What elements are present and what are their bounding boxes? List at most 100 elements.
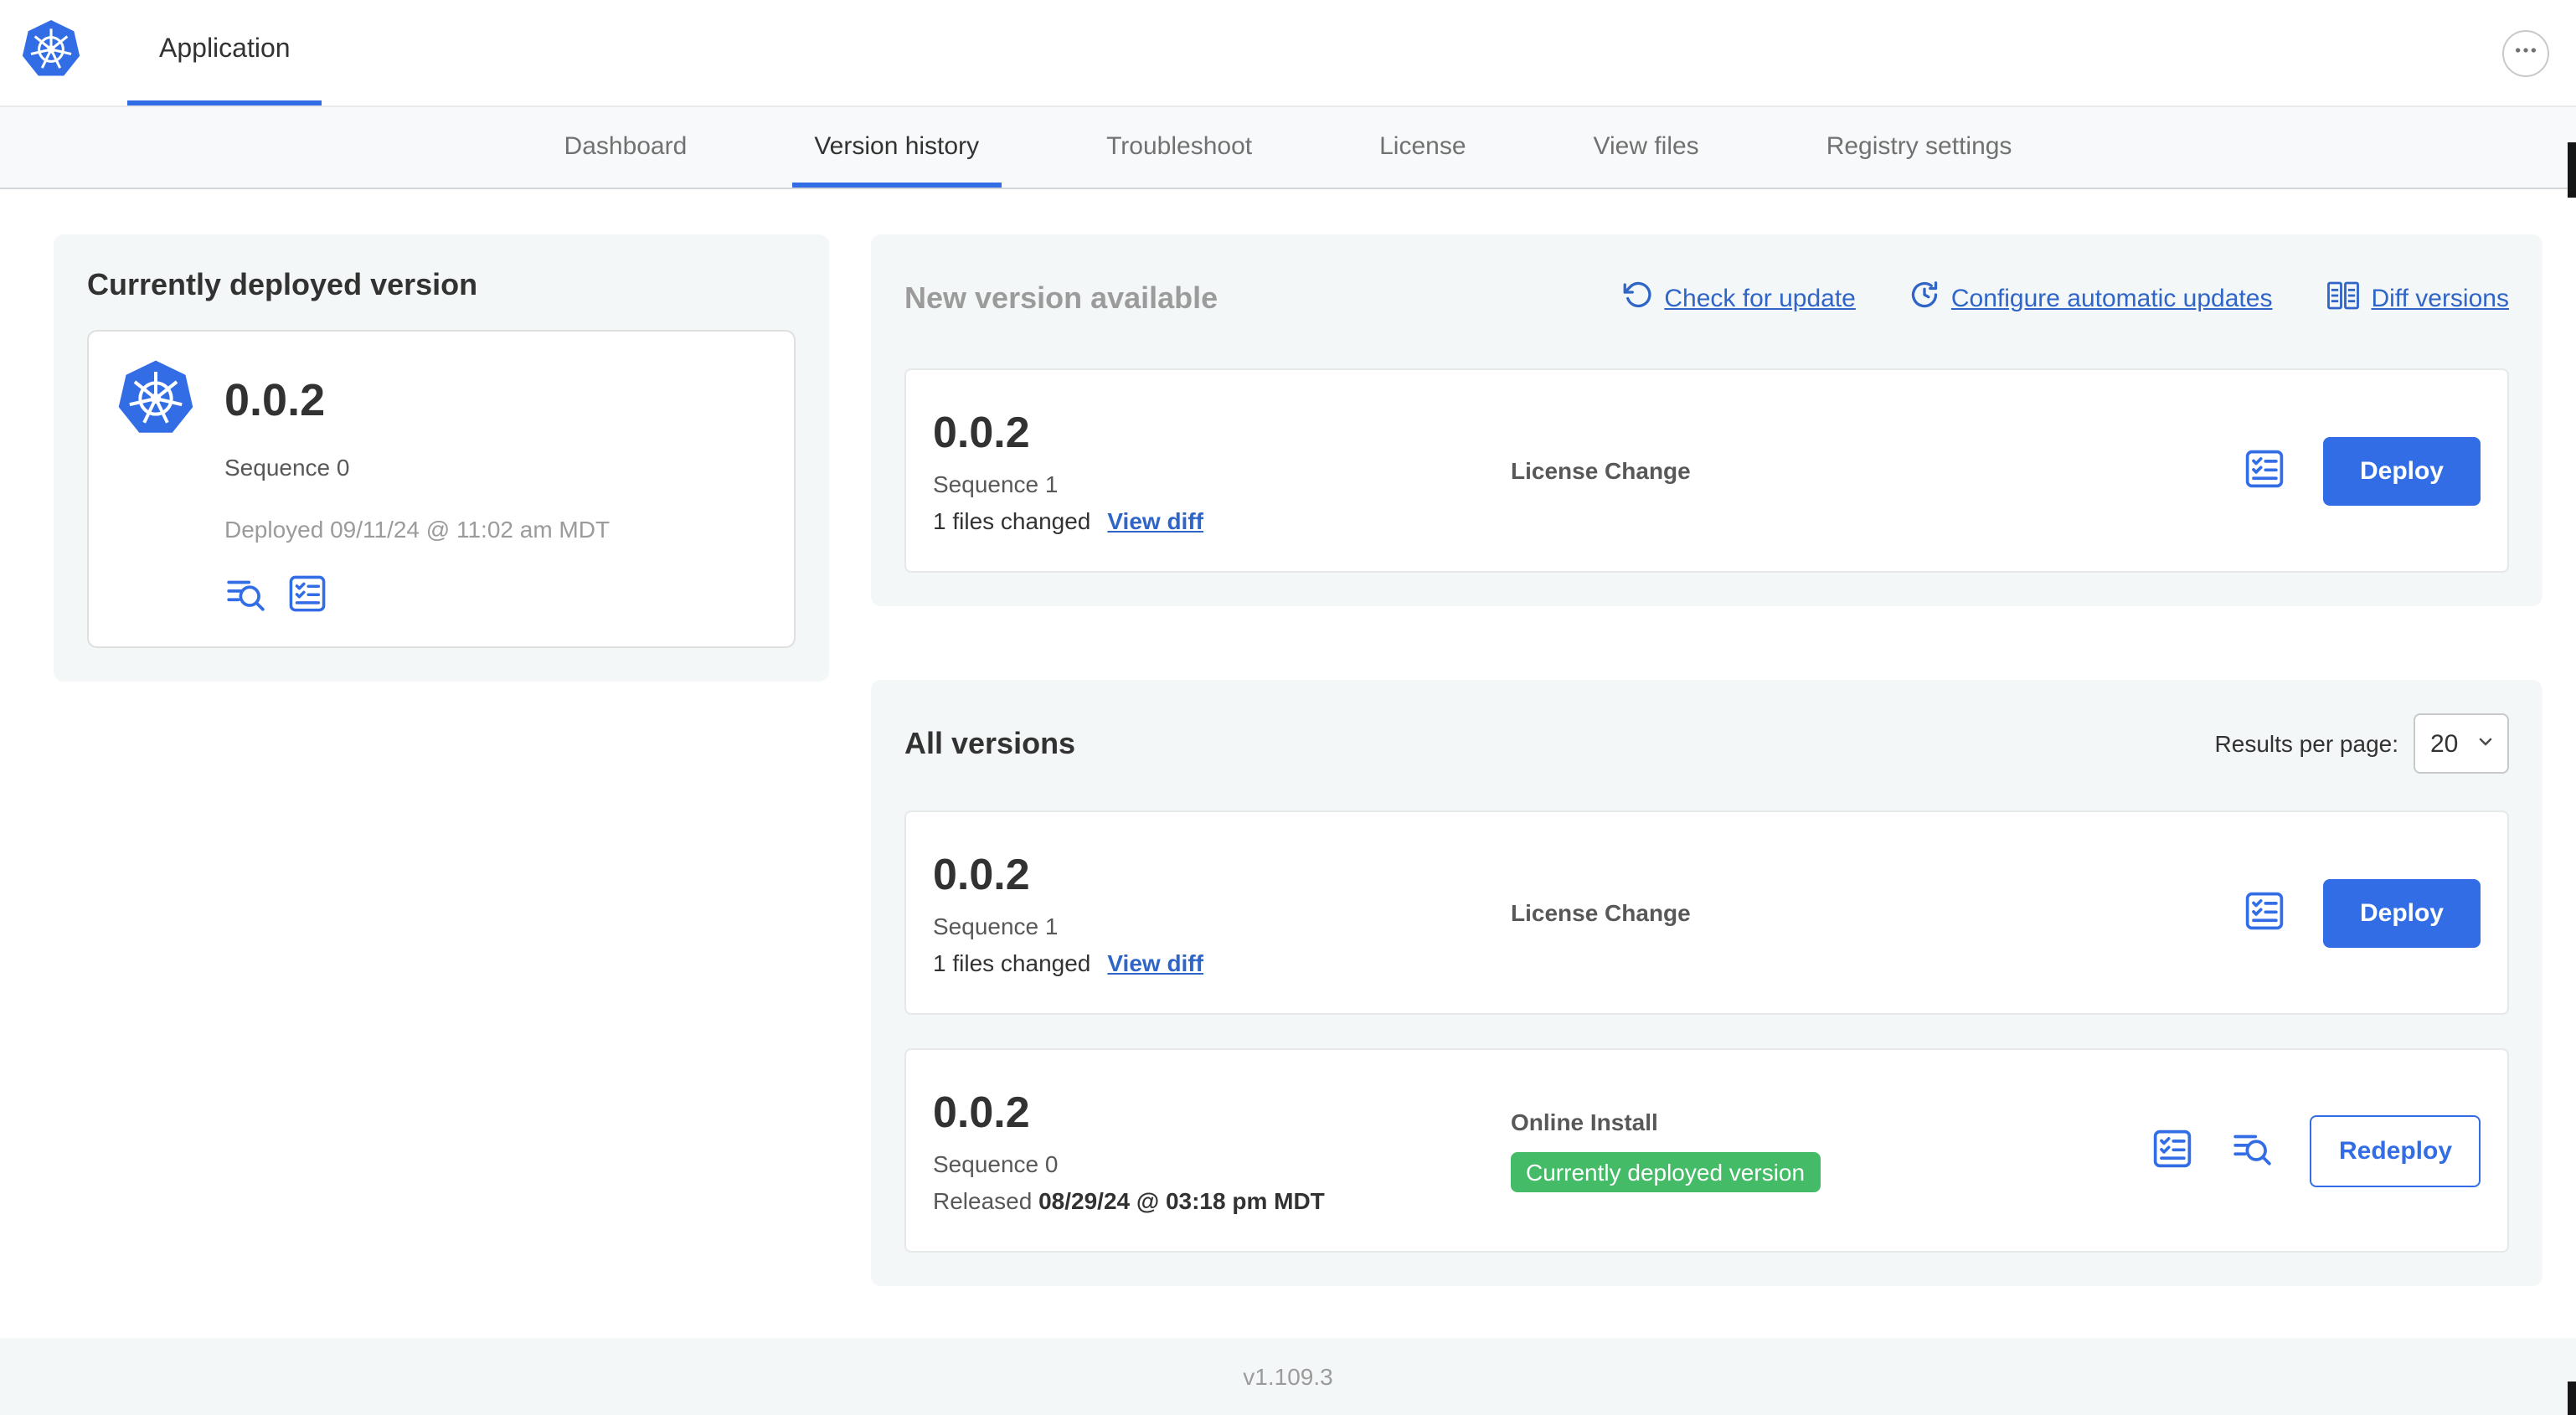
version-sequence: Sequence 1 (933, 913, 1059, 939)
tab-version-history[interactable]: Version history (792, 107, 1002, 188)
version-source: License Change (1511, 899, 2243, 926)
page-footer: v1.109.3 (0, 1338, 2576, 1415)
deployed-sequence: Sequence 0 (224, 454, 350, 481)
scrollbar-thumb[interactable] (2568, 1382, 2576, 1415)
top-header: Application (0, 0, 2576, 107)
deployed-actions (224, 573, 610, 620)
check-for-update-label: Check for update (1664, 284, 1856, 312)
tab-view-files[interactable]: View files (1572, 107, 1721, 188)
header-spacer (322, 0, 2502, 105)
preflight-checks-button[interactable] (2243, 888, 2286, 937)
version-sequence: Sequence 1 (933, 471, 1059, 497)
version-info: 0.0.2 Sequence 1 1 files changed View di… (933, 849, 1511, 976)
app-tab-label: Application (159, 35, 291, 64)
configure-automatic-updates-link[interactable]: Configure automatic updates (1909, 280, 2273, 316)
released-date: 08/29/24 @ 03:18 pm MDT (1038, 1187, 1325, 1214)
tab-label: Troubleshoot (1106, 132, 1253, 161)
redeploy-button[interactable]: Redeploy (2310, 1114, 2481, 1186)
configure-automatic-updates-label: Configure automatic updates (1950, 284, 2273, 312)
deploy-button[interactable]: Deploy (2322, 878, 2481, 947)
diff-versions-label: Diff versions (2371, 284, 2509, 312)
version-list: 0.0.2 Sequence 1 1 files changed View di… (904, 810, 2509, 1253)
schedule-update-icon (1909, 280, 1940, 316)
more-options-button[interactable] (2502, 29, 2549, 76)
version-number: 0.0.2 (933, 407, 1030, 457)
tab-label: View files (1593, 132, 1699, 161)
tab-registry-settings[interactable]: Registry settings (1805, 107, 2034, 188)
app-logo (20, 0, 82, 105)
version-actions: Deploy (2243, 878, 2481, 947)
all-versions-card: All versions Results per page: 20 0.0.2 … (871, 680, 2543, 1286)
version-sequence: Sequence 0 (933, 1150, 1059, 1177)
tab-dashboard[interactable]: Dashboard (543, 107, 709, 188)
version-source: Online Install Currently deployed versio… (1511, 1109, 2151, 1192)
version-info: 0.0.2 Sequence 0 Released 08/29/24 @ 03:… (933, 1087, 1511, 1214)
view-diff-link[interactable]: View diff (1107, 949, 1203, 976)
deployed-version-box: 0.0.2 Sequence 0 Deployed 09/11/24 @ 11:… (87, 330, 796, 648)
currently-deployed-badge: Currently deployed version (1511, 1152, 1821, 1192)
console-version: v1.109.3 (1243, 1363, 1333, 1390)
diff-versions-link[interactable]: Diff versions (2326, 279, 2509, 317)
version-row: 0.0.2 Sequence 0 Released 08/29/24 @ 03:… (904, 1048, 2509, 1253)
more-options-icon (2512, 37, 2539, 69)
currently-deployed-title: Currently deployed version (87, 268, 478, 301)
version-source-label: Online Install (1511, 1109, 1658, 1135)
all-versions-header: All versions Results per page: 20 (904, 713, 2509, 774)
version-source: License Change (1511, 457, 2243, 484)
tab-label: Dashboard (564, 132, 688, 161)
preflight-checks-button[interactable] (2151, 1126, 2195, 1175)
tab-label: Version history (814, 132, 980, 161)
update-actions: Check for update Configure automatic upd… (1622, 279, 2509, 317)
release-notes-icon (2232, 1127, 2274, 1174)
preflight-checks-icon (2243, 888, 2286, 937)
release-notes-icon (224, 573, 266, 620)
tab-label: Registry settings (1826, 132, 2012, 161)
files-changed-label: 1 files changed (933, 507, 1091, 534)
released-label: Released (933, 1187, 1033, 1214)
results-per-page-value: 20 (2430, 729, 2459, 758)
deploy-button[interactable]: Deploy (2322, 436, 2481, 505)
version-actions: Deploy (2243, 436, 2481, 505)
released-row: Released 08/29/24 @ 03:18 pm MDT (933, 1187, 1511, 1214)
files-changed-row: 1 files changed View diff (933, 507, 1511, 534)
section-nav: Dashboard Version history Troubleshoot L… (0, 107, 2576, 189)
results-per-page: Results per page: 20 (2215, 713, 2509, 774)
check-for-update-link[interactable]: Check for update (1622, 280, 1856, 316)
kubernetes-logo-icon (20, 18, 82, 88)
new-version-card: New version available Check for update C… (871, 234, 2543, 606)
version-number: 0.0.2 (933, 1087, 1030, 1137)
app-tab-application[interactable]: Application (127, 0, 322, 105)
preflight-checks-icon (2151, 1126, 2195, 1175)
new-version-title: New version available (904, 280, 1218, 314)
tab-license[interactable]: License (1358, 107, 1487, 188)
kubernetes-logo-icon (116, 358, 196, 439)
deployed-version-info: 0.0.2 Sequence 0 Deployed 09/11/24 @ 11:… (224, 358, 610, 620)
files-changed-label: 1 files changed (933, 949, 1091, 976)
version-source-label: License Change (1511, 457, 1691, 484)
tab-troubleshoot[interactable]: Troubleshoot (1084, 107, 1274, 188)
preflight-checks-button[interactable] (2243, 446, 2286, 495)
main-content: Currently deployed version 0.0.2 Sequenc… (0, 189, 2576, 1338)
scrollbar-thumb[interactable] (2568, 142, 2576, 198)
chevron-down-icon (2476, 729, 2496, 758)
refresh-icon (1622, 280, 1652, 316)
tab-label: License (1379, 132, 1466, 161)
version-row: 0.0.2 Sequence 1 1 files changed View di… (904, 810, 2509, 1015)
deployed-timestamp: Deployed 09/11/24 @ 11:02 am MDT (224, 516, 611, 543)
preflight-checks-button[interactable] (286, 573, 328, 620)
version-number: 0.0.2 (933, 849, 1030, 899)
version-source-label: License Change (1511, 899, 1691, 926)
files-changed-row: 1 files changed View diff (933, 949, 1511, 976)
diff-versions-icon (2326, 279, 2359, 317)
all-versions-title: All versions (904, 726, 1076, 759)
preflight-checks-icon (286, 573, 328, 620)
deployed-version-number: 0.0.2 (224, 375, 326, 425)
view-diff-link[interactable]: View diff (1107, 507, 1203, 534)
release-notes-button[interactable] (224, 573, 266, 620)
version-info: 0.0.2 Sequence 1 1 files changed View di… (933, 407, 1511, 534)
results-per-page-label: Results per page: (2214, 730, 2398, 757)
release-notes-button[interactable] (2232, 1127, 2274, 1174)
version-actions: Redeploy (2151, 1114, 2481, 1186)
results-per-page-select[interactable]: 20 (2414, 713, 2509, 774)
application-window: Application Dashboard Version history Tr… (0, 0, 2576, 1415)
